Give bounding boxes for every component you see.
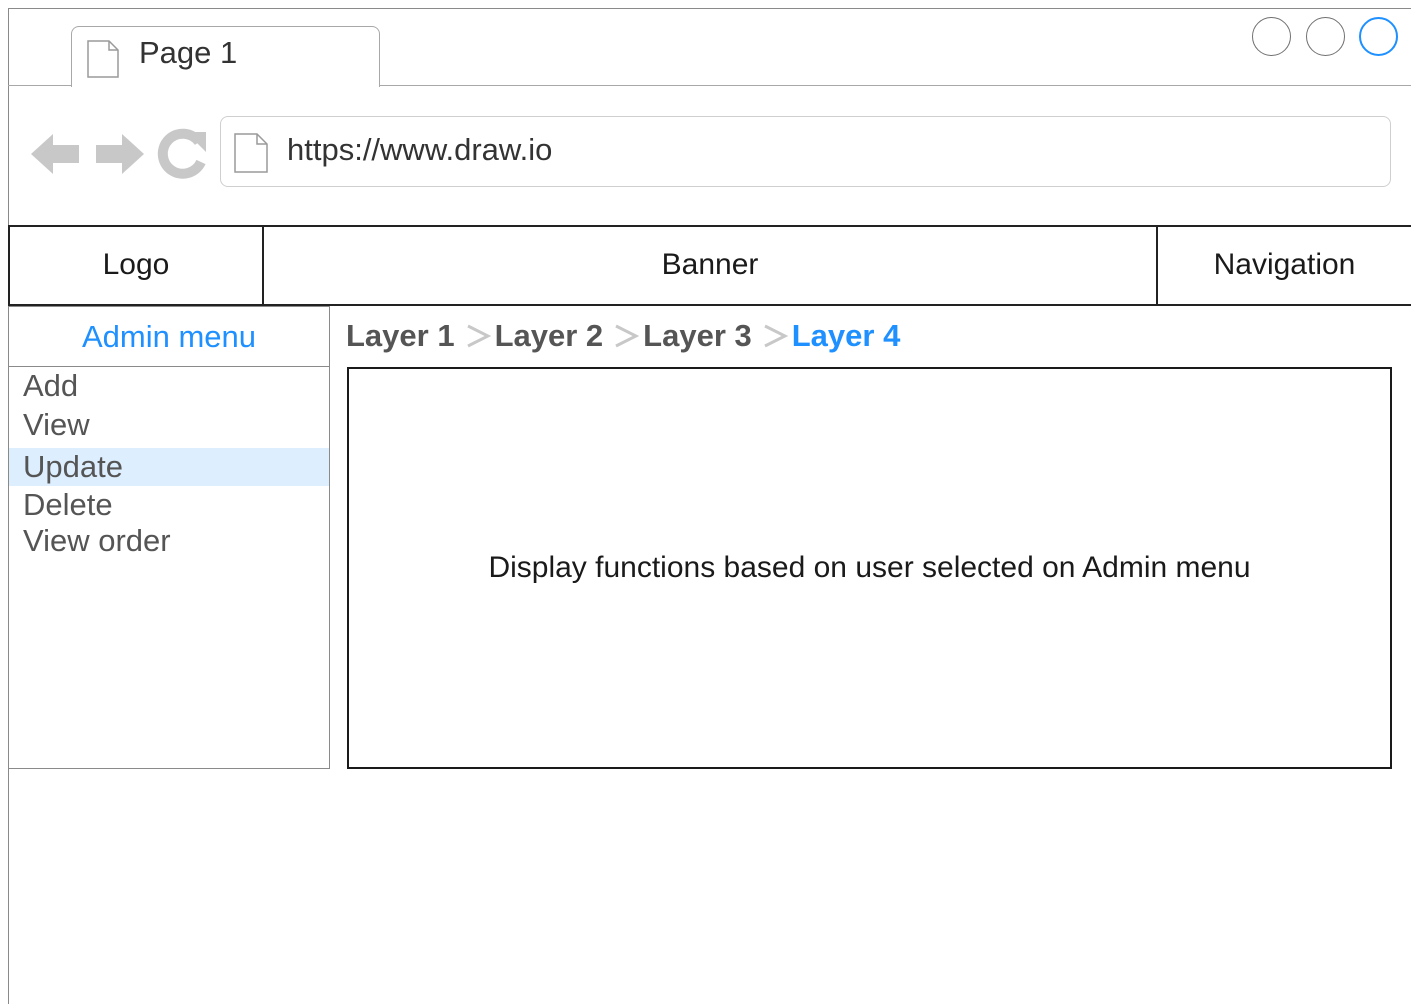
url-text: https://www.draw.io (287, 132, 553, 167)
maximize-button[interactable] (1306, 17, 1345, 56)
banner: Banner (262, 226, 1158, 306)
chevron-right-icon (764, 324, 788, 348)
menu-item-add[interactable]: Add (9, 367, 329, 405)
page-icon (234, 133, 268, 173)
address-bar[interactable]: https://www.draw.io (220, 116, 1391, 187)
breadcrumb-item[interactable]: Layer 2 (495, 318, 604, 354)
forward-arrow-icon[interactable] (92, 128, 146, 180)
content-text: Display functions based on user selected… (488, 551, 1251, 584)
menu-item-update[interactable]: Update (9, 448, 329, 486)
breadcrumb-item[interactable]: Layer 1 (346, 318, 455, 354)
breadcrumb-item-active[interactable]: Layer 4 (792, 318, 901, 354)
breadcrumb-item[interactable]: Layer 3 (643, 318, 752, 354)
close-button[interactable] (1359, 17, 1398, 56)
logo[interactable]: Logo (8, 226, 264, 306)
tab-label: Page 1 (139, 35, 238, 70)
admin-menu-title: Admin menu (9, 307, 329, 367)
reload-icon[interactable] (156, 128, 208, 180)
page-icon (87, 40, 119, 78)
breadcrumb: Layer 1 Layer 2 Layer 3 Layer 4 (346, 314, 900, 358)
back-arrow-icon[interactable] (29, 128, 83, 180)
navigation[interactable]: Navigation (1156, 226, 1411, 306)
chevron-right-icon (466, 324, 491, 348)
content-panel: Display functions based on user selected… (347, 367, 1392, 769)
chevron-right-icon (615, 324, 640, 348)
browser-tab[interactable]: Page 1 (71, 26, 380, 87)
menu-item-view[interactable]: View (9, 406, 329, 444)
menu-item-delete[interactable]: Delete (9, 486, 329, 524)
admin-menu: Admin menu Add View Update Delete View o… (8, 306, 330, 769)
minimize-button[interactable] (1252, 17, 1291, 56)
menu-item-view-order[interactable]: View order (9, 522, 329, 560)
